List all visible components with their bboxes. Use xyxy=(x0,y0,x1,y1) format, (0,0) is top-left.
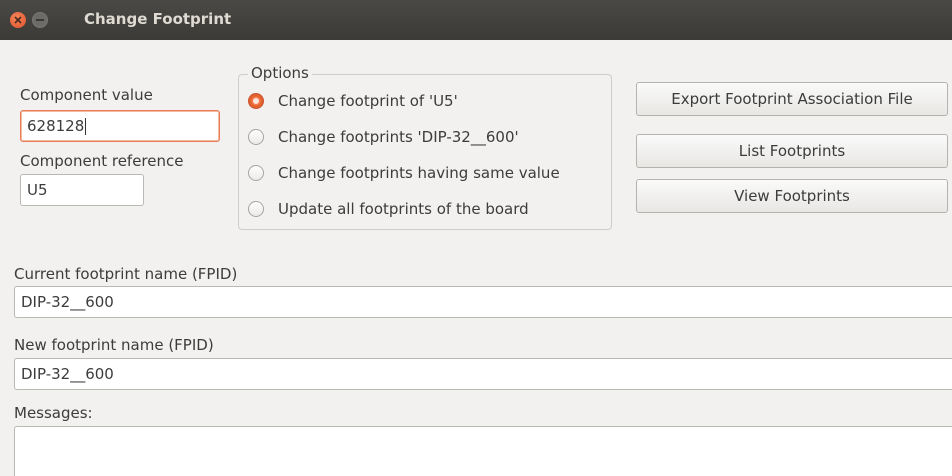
new-footprint-label: New footprint name (FPID) xyxy=(14,336,214,354)
current-footprint-text: DIP-32__600 xyxy=(21,293,114,311)
radio-update-all-footprints[interactable]: Update all footprints of the board xyxy=(248,200,529,218)
minimize-icon xyxy=(36,19,44,21)
radio-button[interactable] xyxy=(248,93,264,109)
current-footprint-field[interactable]: DIP-32__600 xyxy=(14,286,952,318)
view-footprints-button[interactable]: View Footprints xyxy=(636,179,948,213)
current-footprint-label: Current footprint name (FPID) xyxy=(14,265,238,283)
new-footprint-text: DIP-32__600 xyxy=(21,365,114,383)
export-footprint-association-button[interactable]: Export Footprint Association File xyxy=(636,82,948,116)
new-footprint-field[interactable]: DIP-32__600 xyxy=(14,358,952,390)
close-window-button[interactable] xyxy=(10,12,26,28)
radio-button[interactable] xyxy=(248,129,264,145)
radio-change-footprints-same-value[interactable]: Change footprints having same value xyxy=(248,164,560,182)
component-reference-label: Component reference xyxy=(20,152,184,170)
radio-label: Change footprints having same value xyxy=(278,164,560,182)
component-reference-field[interactable]: U5 xyxy=(20,174,144,206)
messages-area[interactable] xyxy=(14,426,952,476)
radio-change-footprints-by-name[interactable]: Change footprints 'DIP-32__600' xyxy=(248,128,519,146)
minimize-window-button[interactable] xyxy=(32,12,48,28)
title-bar: Change Footprint xyxy=(0,0,952,40)
component-value-field[interactable]: 628128 xyxy=(20,110,220,142)
radio-label: Update all footprints of the board xyxy=(278,200,529,218)
radio-label: Change footprints 'DIP-32__600' xyxy=(278,128,519,146)
list-footprints-button[interactable]: List Footprints xyxy=(636,134,948,168)
close-icon xyxy=(14,16,22,24)
window-title: Change Footprint xyxy=(84,10,232,28)
component-value-text: 628128 xyxy=(27,117,85,135)
radio-button[interactable] xyxy=(248,165,264,181)
options-legend: Options xyxy=(248,64,312,82)
component-value-label: Component value xyxy=(20,86,153,104)
radio-label: Change footprint of 'U5' xyxy=(278,92,458,110)
component-reference-text: U5 xyxy=(27,181,48,199)
messages-label: Messages: xyxy=(14,404,93,422)
text-caret xyxy=(85,117,87,135)
radio-change-footprint-of-component[interactable]: Change footprint of 'U5' xyxy=(248,92,458,110)
radio-button[interactable] xyxy=(248,201,264,217)
